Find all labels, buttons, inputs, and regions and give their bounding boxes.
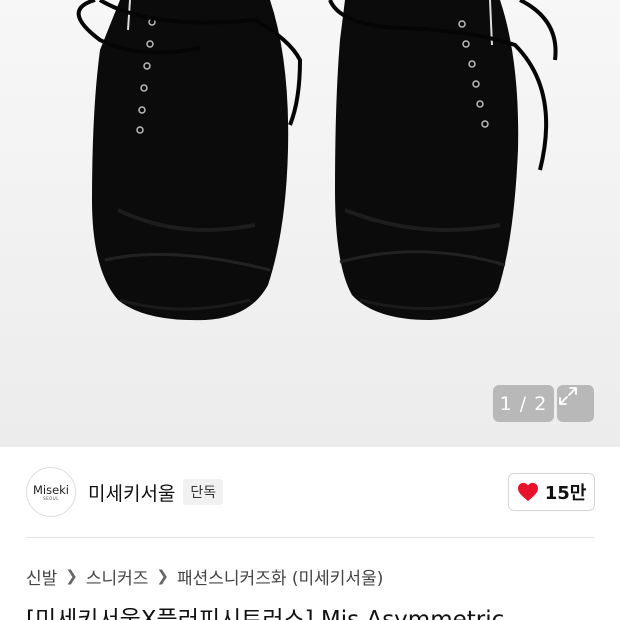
image-pager: 1 / 2 bbox=[493, 385, 554, 422]
breadcrumb: 신발 ❯ 스니커즈 ❯ 패션스니커즈화 (미세키서울) bbox=[26, 563, 383, 589]
brand-logo-subtext: SEOUL bbox=[43, 495, 59, 501]
breadcrumb-item-fashion-sneakers[interactable]: 패션스니커즈화 (미세키서울) bbox=[177, 564, 383, 589]
brand-logo[interactable]: Miseki SEOUL bbox=[26, 467, 76, 517]
product-image-gallery[interactable]: 1 / 2 bbox=[0, 0, 620, 447]
expand-button[interactable] bbox=[557, 385, 594, 422]
exclusive-badge: 단독 bbox=[183, 479, 224, 505]
brand-logo-text: Miseki bbox=[32, 482, 70, 497]
product-photo bbox=[76, 0, 558, 321]
like-button[interactable]: 15만 bbox=[508, 473, 595, 511]
chevron-right-icon: ❯ bbox=[156, 567, 169, 585]
brand-row: Miseki SEOUL 미세키서울 단독 15만 bbox=[0, 447, 620, 537]
left-shoe bbox=[76, 0, 303, 321]
brand-name-link[interactable]: 미세키서울 bbox=[88, 479, 175, 506]
right-shoe bbox=[328, 0, 558, 320]
breadcrumb-item-shoes[interactable]: 신발 bbox=[26, 564, 57, 589]
divider bbox=[26, 537, 594, 538]
pager-text: 1 / 2 bbox=[499, 392, 548, 415]
chevron-right-icon: ❯ bbox=[65, 567, 78, 585]
expand-icon bbox=[559, 387, 577, 405]
product-title: [미세키서울X플러피시트러스] Mis Asymmetric bbox=[26, 607, 505, 620]
heart-icon bbox=[517, 482, 538, 502]
breadcrumb-item-sneakers[interactable]: 스니커즈 bbox=[86, 564, 149, 589]
like-count: 15만 bbox=[544, 483, 587, 504]
